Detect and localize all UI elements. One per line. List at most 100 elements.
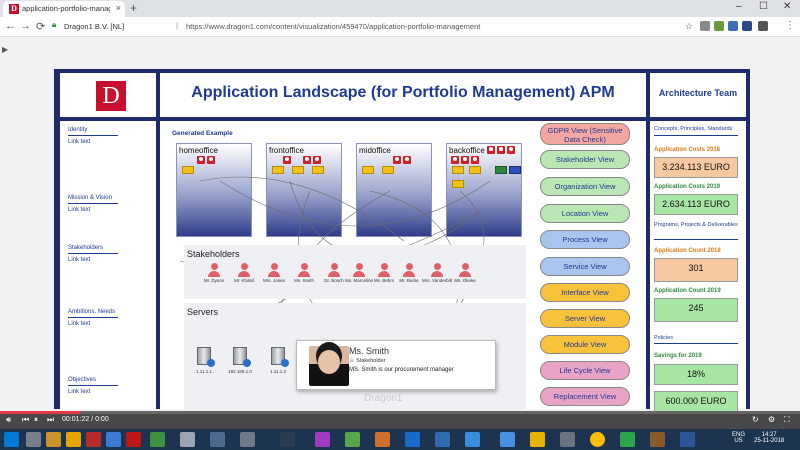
side-panel-toggle-icon[interactable]: ▶ [2,45,8,54]
count-2019-value: 245 [654,298,738,322]
stakeholder-person[interactable]: Mr. Dyson [199,263,229,283]
divider [654,239,738,240]
view-button-location[interactable]: Location View [540,204,630,223]
section-link[interactable]: Link text [68,207,118,213]
extension-icon[interactable] [714,21,724,31]
stakeholder-person[interactable]: Ms. Smith [289,263,319,283]
person-body [328,271,340,277]
section-heading: Identity [68,127,88,133]
view-button-interface[interactable]: Interface View [540,283,630,302]
taskbar-app-icon[interactable] [86,432,101,447]
star-icon[interactable]: ☆ [685,21,693,32]
view-button-process[interactable]: Process View [540,230,630,249]
view-button-organization[interactable]: Organization View [540,177,630,196]
view-button-service[interactable]: Service View [540,257,630,276]
dragon1-logo: D [96,81,126,111]
stakeholder-person[interactable]: Mr. Khalid [229,263,259,283]
taskbar-app-icon[interactable] [240,432,255,447]
view-button-stakeholder[interactable]: Stakeholder View [540,150,630,169]
person-body [268,271,280,277]
reload-icon[interactable]: ⟳ [36,20,45,33]
view-button-replacement[interactable]: Replacement View [540,387,630,406]
chrome-icon[interactable] [590,432,605,447]
new-tab-button[interactable]: + [130,1,137,15]
page-content: ▶ D Application Landscape (for Portfolio… [0,37,800,412]
stakeholder-name: Mr. Khalid [233,278,254,283]
taskbar-app-icon[interactable] [405,432,420,447]
taskbar-app-icon[interactable] [126,432,141,447]
extension-icon[interactable] [758,21,768,31]
back-icon[interactable]: ← [5,20,16,32]
taskbar-app-icon[interactable] [106,432,121,447]
video-controls: 🔊︎ ⏮︎ ⏸︎ ⏭︎ 00:01:22 / 0:00 ↻ ⚙︎ ⛶ [0,411,800,429]
taskbar-app-icon[interactable] [150,432,165,447]
tab-close-icon[interactable]: × [116,3,121,13]
browser-toolbar: ← → ⟳ 🔒︎ Dragon1 B.V. [NL] | https://www… [0,17,800,37]
address-bar[interactable]: 🔒︎ Dragon1 B.V. [NL] | https://www.drago… [52,19,672,35]
extension-icon[interactable] [728,21,738,31]
tab-title: application-portfolio-manageme [22,4,110,13]
taskbar-app-icon[interactable] [560,432,575,447]
window-close-icon[interactable]: ✕ [783,1,791,12]
logo-cell: D [60,73,156,117]
stakeholder-person[interactable]: Ms. Okeke [450,263,480,283]
taskbar-app-icon[interactable] [46,432,61,447]
view-button-gdpr[interactable]: GDPR View (Sensitive Data Check) [540,123,630,145]
extension-icon[interactable] [700,21,710,31]
taskbar-app-icon[interactable] [345,432,360,447]
pause-icon[interactable]: ⏸︎ [34,415,38,425]
connection-line [219,180,491,227]
taskbar-app-icon[interactable] [650,432,665,447]
taskbar-app-icon[interactable] [500,432,515,447]
server-node[interactable]: 1.11.1.1 [190,347,218,374]
browser-tab[interactable]: D application-portfolio-manageme × [3,1,125,17]
loop-icon[interactable]: ↻ [752,415,759,424]
taskbar-app-icon[interactable] [530,432,545,447]
lock-icon: 🔒︎ [52,20,57,29]
taskbar-app-icon[interactable] [26,432,41,447]
taskbar-app-icon[interactable] [680,432,695,447]
stakeholder-person[interactable]: Mr. Burke [394,263,424,283]
stakeholder-person[interactable]: Mrs. Jones [259,263,289,283]
taskbar-app-icon[interactable] [180,432,195,447]
taskbar-app-icon[interactable] [375,432,390,447]
count-2018-value: 301 [654,258,738,282]
policies-text: Policies [654,335,673,341]
fullscreen-icon[interactable]: ⛶ [784,415,790,425]
section-link[interactable]: Link text [68,257,118,263]
extension-icon[interactable] [742,21,752,31]
section-link[interactable]: Link text [68,139,118,145]
video-progress-bar[interactable] [0,411,800,414]
minimize-icon[interactable]: – [736,1,742,12]
view-button-server[interactable]: Server View [540,309,630,328]
settings-icon[interactable]: ⚙︎ [768,415,775,424]
language-indicator[interactable]: ENG US [732,432,745,444]
server-node[interactable]: 1.11.1.2 [264,347,292,374]
view-button-module[interactable]: Module View [540,335,630,354]
taskbar-app-icon[interactable] [315,432,330,447]
taskbar-app-icon[interactable] [620,432,635,447]
savings-value: 18% [654,364,738,385]
maximize-icon[interactable]: ☐ [759,1,768,12]
section-link[interactable]: Link text [68,389,118,395]
section-link[interactable]: Link text [68,321,118,327]
taskbar-app-icon[interactable] [435,432,450,447]
connection-line [199,176,405,242]
taskbar-app-icon[interactable] [280,432,295,447]
stakeholder-popup[interactable]: Ms. Smith ☺ Stakeholder MS. Smith is our… [296,340,496,390]
view-button-lifecycle[interactable]: Life Cycle View [540,361,630,380]
stakeholder-name: Mrs. Vanderbilt [422,278,452,283]
taskbar-app-icon[interactable] [66,432,81,447]
forward-icon[interactable]: → [20,20,31,32]
server-node[interactable]: 192.169.1.0 [226,347,254,374]
start-icon[interactable] [4,432,19,447]
next-icon[interactable]: ⏭︎ [47,415,54,425]
taskbar-app-icon[interactable] [210,432,225,447]
clock[interactable]: 14:27 25-11-2018 [754,432,784,444]
stakeholder-person[interactable]: Mrs. Vanderbilt [422,263,452,283]
previous-icon[interactable]: ⏮︎ [22,415,29,425]
volume-icon[interactable]: 🔊︎ [6,415,11,425]
menu-icon[interactable]: ⋮ [785,20,795,31]
taskbar-app-icon[interactable] [465,432,480,447]
stakeholders-band: Stakeholders Mr. Dyson Mr. Khalid Mrs. J… [184,245,526,299]
